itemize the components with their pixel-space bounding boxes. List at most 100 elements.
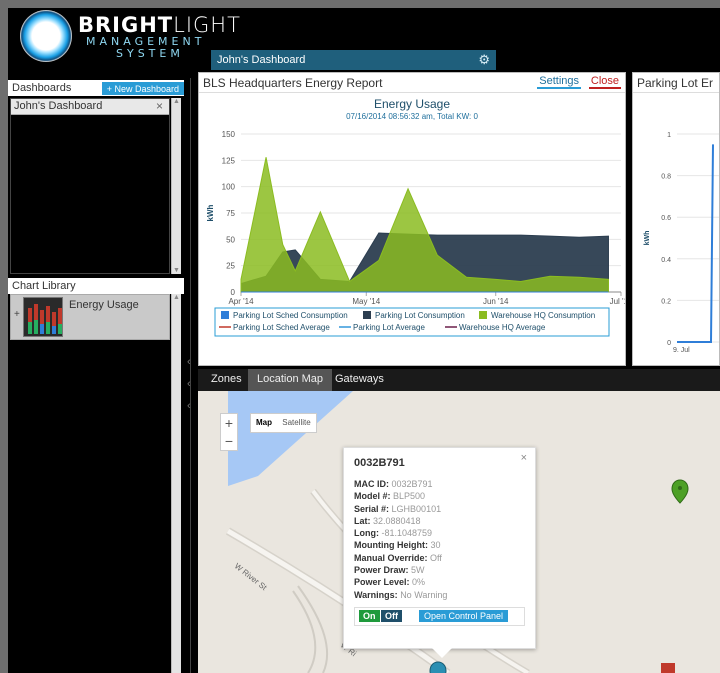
map-pin-green-icon[interactable]: [671, 479, 689, 504]
popup-row-value: 32.0880418: [373, 515, 421, 526]
tab-gateways[interactable]: Gateways: [326, 369, 393, 391]
y-tick-label: 25: [226, 262, 235, 271]
chart-subtitle: 07/16/2014 08:56:32 am, Total KW: 0: [346, 112, 478, 121]
popup-row: Manual Override: Off: [354, 552, 525, 564]
chart-thumbnail-icon: [23, 297, 63, 337]
popup-row-value: -81.1048759: [381, 528, 433, 539]
dashboards-header: Dashboards + New Dashboard: [8, 80, 184, 96]
legend-label: Parking Lot Average: [353, 323, 425, 332]
y-tick-label: 0.4: [661, 257, 671, 264]
popup-row-label: Manual Override:: [354, 552, 428, 563]
x-tick-label: 9. Jul: [673, 347, 690, 354]
dashboard-list: John's Dashboard ×: [10, 98, 170, 274]
library-item-energy-usage[interactable]: + Energy Usage: [10, 294, 170, 340]
legend-label: Parking Lot Sched Average: [233, 323, 330, 332]
new-dashboard-button[interactable]: + New Dashboard: [101, 82, 184, 95]
device-info-popup: × 0032B791 MAC ID: 0032B791 Model #: BLP5…: [343, 447, 536, 658]
dashboard-list-scrollbar[interactable]: ▲ ▼: [171, 98, 181, 274]
chart-library-list: + Energy Usage: [10, 294, 170, 673]
chart-library-scrollbar[interactable]: ▲: [171, 294, 181, 673]
tab-zones[interactable]: Zones: [202, 369, 251, 391]
y-axis-label: kWh: [644, 231, 651, 246]
chevron-left-icon[interactable]: ‹: [187, 356, 191, 368]
x-tick-label: Apr '14: [228, 297, 254, 306]
popup-row: Long: -81.1048759: [354, 527, 525, 539]
brand-logo-icon: [20, 10, 72, 62]
popup-row-value: BLP500: [393, 491, 426, 502]
legend-label: Warehouse HQ Consumption: [491, 311, 595, 320]
popup-row-value: 30: [430, 540, 441, 551]
on-button[interactable]: On: [359, 609, 380, 622]
off-button[interactable]: Off: [381, 609, 402, 622]
popup-row-label: MAC ID:: [354, 479, 389, 489]
panel-splitter[interactable]: ‹ ‹ ‹: [184, 78, 198, 673]
gear-icon[interactable]: ⚙: [478, 52, 490, 68]
popup-row-label: Serial #:: [354, 503, 390, 514]
zoom-in-button[interactable]: +: [221, 414, 237, 432]
y-tick-label: 0.2: [661, 298, 671, 305]
popup-row: Lat: 32.0880418: [354, 515, 525, 527]
popup-row-label: Lat:: [354, 515, 371, 526]
popup-row: Serial #: LGHB00101: [354, 503, 525, 515]
sidebar: Dashboards + New Dashboard John's Dashbo…: [8, 78, 184, 673]
close-icon[interactable]: ×: [156, 99, 163, 113]
parking-lot-chart: 0 0.2 0.4 0.6 0.8 1 kWh 9. Jul: [644, 132, 719, 354]
rail-line: [292, 590, 317, 673]
y-tick-label: 0: [667, 340, 671, 347]
brand-name: BRIGHTLIGHT: [78, 13, 241, 37]
popup-row: MAC ID: 0032B791: [354, 478, 525, 490]
popup-row-value: LGHB00101: [391, 503, 442, 514]
dashboard-item-label: John's Dashboard: [14, 100, 103, 112]
tab-label: John's Dashboard: [217, 54, 306, 66]
popup-row-label: Model #:: [354, 491, 391, 502]
x-tick-label: Jun '14: [483, 297, 509, 306]
energy-panel-header: BLS Headquarters Energy Report Settings …: [199, 73, 625, 93]
open-control-panel-button[interactable]: Open Control Panel: [419, 609, 509, 622]
scroll-up-icon[interactable]: ▲: [172, 294, 181, 301]
popup-row: Power Level: 0%: [354, 576, 525, 588]
parking-lot-panel: Parking Lot Er 0 0.2 0.4 0.6 0.8 1 kWh 9. Jul: [632, 72, 720, 366]
y-tick-label: 100: [222, 183, 236, 192]
legend-swatch: [479, 311, 487, 319]
tab-johns-dashboard[interactable]: John's Dashboard ⚙: [211, 50, 496, 70]
zoom-control: + −: [220, 413, 238, 451]
y-tick-label: 50: [226, 235, 235, 244]
app: BRIGHTLIGHT MANAGEMENT SYSTEM John's Das…: [8, 8, 720, 673]
expand-icon[interactable]: +: [14, 309, 20, 320]
energy-usage-chart: Energy Usage07/16/2014 08:56:32 am, Tota…: [206, 97, 625, 337]
legend-swatch: [363, 311, 371, 319]
control-bar: On Off Open Control Panel: [354, 606, 525, 626]
popup-row-label: Mounting Height:: [354, 540, 428, 551]
scroll-down-icon[interactable]: ▼: [172, 267, 181, 274]
bottom-tab-bar: Zones Location Map Gateways: [198, 369, 720, 391]
chevron-left-icon[interactable]: ‹: [187, 378, 191, 390]
popup-row: Model #: BLP500: [354, 490, 525, 502]
legend-label: Parking Lot Consumption: [375, 311, 465, 320]
y-tick-label: 1: [667, 132, 671, 139]
settings-button[interactable]: Settings: [537, 75, 581, 89]
map-type-satellite-button[interactable]: Satellite: [282, 418, 310, 427]
chart-library-header: Chart Library: [8, 278, 184, 294]
dashboard-item[interactable]: John's Dashboard ×: [11, 99, 169, 115]
parking-panel-title: Parking Lot Er: [633, 73, 719, 93]
tab-location-map[interactable]: Location Map: [248, 369, 333, 391]
popup-row-value: No Warning: [400, 589, 448, 600]
zoom-out-button[interactable]: −: [221, 432, 237, 450]
close-icon[interactable]: ×: [521, 452, 527, 464]
scroll-up-icon[interactable]: ▲: [172, 98, 181, 105]
map-type-control: Map Satellite: [250, 413, 317, 433]
map-type-map-button[interactable]: Map: [256, 418, 272, 427]
popup-row-label: Warnings:: [354, 589, 398, 600]
popup-title: 0032B791: [354, 457, 405, 469]
x-tick-label: May '14: [352, 297, 380, 306]
series-line: [677, 144, 714, 343]
legend-swatch: [221, 311, 229, 319]
close-button[interactable]: Close: [588, 75, 621, 89]
poi-marker-icon[interactable]: [661, 663, 675, 673]
y-axis-label: kWh: [206, 204, 215, 221]
location-map[interactable]: W River St W Ri + − Map Satellite × 0032…: [198, 391, 720, 673]
splitter-line: [190, 78, 191, 673]
chevron-left-icon[interactable]: ‹: [187, 400, 191, 412]
y-tick-label: 75: [226, 209, 235, 218]
popup-row-value: 0032B791: [391, 479, 433, 489]
